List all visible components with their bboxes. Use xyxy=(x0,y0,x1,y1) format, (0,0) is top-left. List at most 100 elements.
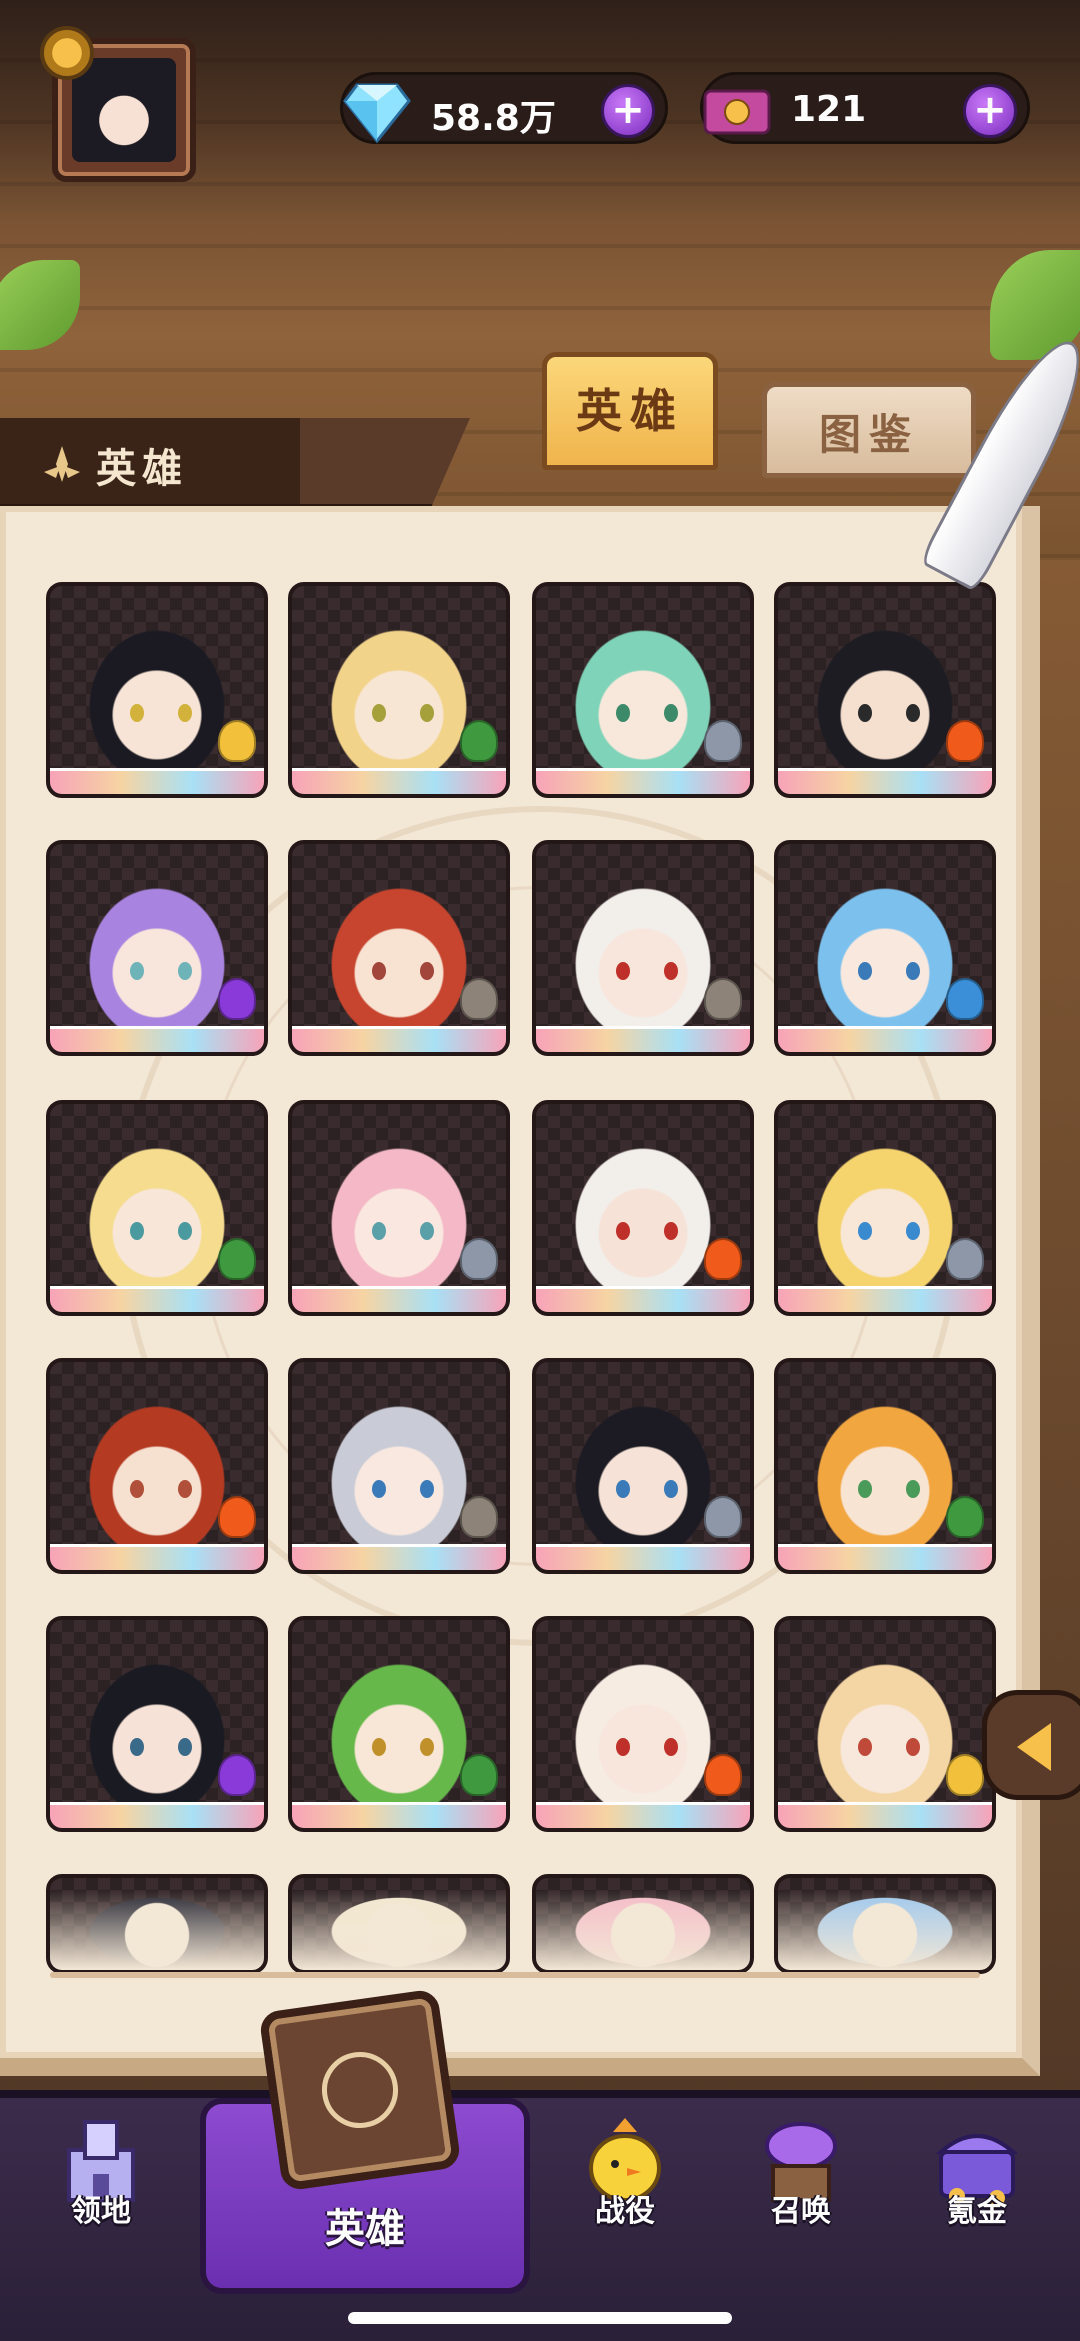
hero-eye xyxy=(616,1738,630,1756)
element-icon xyxy=(218,1238,256,1280)
hero-eye xyxy=(178,704,192,722)
page-divider xyxy=(50,1972,980,1978)
hero-book-icon[interactable] xyxy=(258,1988,462,2192)
summon-ticket-icon xyxy=(703,89,771,135)
hero-card[interactable] xyxy=(288,1874,510,1974)
hero-eye xyxy=(664,1222,678,1240)
hero-card[interactable] xyxy=(532,1358,754,1574)
hero-eye xyxy=(420,704,434,722)
hero-eye xyxy=(664,962,678,980)
nav-summon-label: 召唤 xyxy=(771,2194,831,2229)
hero-eye xyxy=(372,1222,386,1240)
hero-card[interactable] xyxy=(288,582,510,798)
rarity-stripe xyxy=(778,1802,992,1828)
hero-card[interactable] xyxy=(288,1358,510,1574)
nav-heroes-label: 英雄 xyxy=(325,2206,405,2252)
hero-card[interactable] xyxy=(288,1616,510,1832)
hero-card[interactable] xyxy=(774,1874,996,1974)
element-icon xyxy=(946,978,984,1020)
hero-eye xyxy=(130,962,144,980)
rarity-stripe xyxy=(50,1544,264,1570)
diamond-icon xyxy=(343,83,411,144)
scroll-fade xyxy=(50,1890,264,1970)
hero-eye xyxy=(420,1738,434,1756)
rarity-stripe xyxy=(536,1802,750,1828)
hero-card[interactable] xyxy=(46,582,268,798)
scroll-fade xyxy=(292,1890,506,1970)
hero-card[interactable] xyxy=(288,840,510,1056)
element-icon xyxy=(946,1496,984,1538)
hero-card[interactable] xyxy=(532,582,754,798)
hero-card[interactable] xyxy=(46,840,268,1056)
hero-card[interactable] xyxy=(532,1100,754,1316)
hero-card[interactable] xyxy=(774,840,996,1056)
nav-campaign-label: 战役 xyxy=(595,2194,655,2229)
hero-eye xyxy=(130,1222,144,1240)
hero-eye xyxy=(130,704,144,722)
hero-card[interactable] xyxy=(774,1100,996,1316)
player-avatar[interactable] xyxy=(40,26,196,182)
add-ticket-button[interactable]: + xyxy=(963,84,1017,138)
rarity-stripe xyxy=(292,1286,506,1312)
home-indicator[interactable] xyxy=(348,2312,732,2324)
expand-arrow-button[interactable] xyxy=(982,1690,1080,1800)
hero-card[interactable] xyxy=(774,1616,996,1832)
nav-shop-label: 氪金 xyxy=(947,2194,1007,2229)
hero-card[interactable] xyxy=(774,1358,996,1574)
hero-eye xyxy=(372,1480,386,1498)
hero-eye xyxy=(420,962,434,980)
hero-eye xyxy=(130,1738,144,1756)
scroll-fade xyxy=(536,1890,750,1970)
diamond-value: 58.8万 xyxy=(431,98,556,139)
hero-card[interactable] xyxy=(46,1358,268,1574)
hero-card[interactable] xyxy=(532,1616,754,1832)
hero-eye xyxy=(616,1222,630,1240)
tab-heroes[interactable]: 英雄 xyxy=(542,352,718,470)
rarity-stripe xyxy=(292,768,506,794)
element-icon xyxy=(704,978,742,1020)
hero-card[interactable] xyxy=(46,1874,268,1974)
nav-shop[interactable]: 氪金 xyxy=(892,2100,1062,2300)
hero-eye xyxy=(906,1738,920,1756)
nav-summon[interactable]: 召唤 xyxy=(716,2100,886,2300)
element-icon xyxy=(460,978,498,1020)
add-diamond-button[interactable]: + xyxy=(601,84,655,138)
nav-territory[interactable]: 领地 xyxy=(16,2100,186,2300)
hero-eye xyxy=(616,962,630,980)
ticket-value: 121 xyxy=(791,89,867,130)
level-coin-icon xyxy=(40,26,94,80)
element-icon xyxy=(704,1238,742,1280)
hero-eye xyxy=(858,1222,872,1240)
element-icon xyxy=(946,720,984,762)
element-icon xyxy=(460,1238,498,1280)
hero-card[interactable] xyxy=(774,582,996,798)
hero-card[interactable] xyxy=(46,1100,268,1316)
rarity-stripe xyxy=(778,1544,992,1570)
hero-eye xyxy=(858,1738,872,1756)
hero-eye xyxy=(178,1222,192,1240)
hero-eye xyxy=(906,704,920,722)
avatar-portrait xyxy=(72,58,176,162)
hero-eye xyxy=(178,962,192,980)
element-icon xyxy=(704,1754,742,1796)
nav-campaign[interactable]: 战役 xyxy=(540,2100,710,2300)
hero-eye xyxy=(178,1738,192,1756)
hero-card[interactable] xyxy=(532,840,754,1056)
hero-eye xyxy=(858,1480,872,1498)
rarity-stripe xyxy=(536,1544,750,1570)
rarity-stripe xyxy=(50,768,264,794)
hero-card[interactable] xyxy=(46,1616,268,1832)
fleur-icon xyxy=(44,446,80,482)
tab-codex[interactable]: 图鉴 xyxy=(762,382,976,478)
hero-card[interactable] xyxy=(532,1874,754,1974)
hero-eye xyxy=(616,704,630,722)
hero-card[interactable] xyxy=(288,1100,510,1316)
rarity-stripe xyxy=(50,1026,264,1052)
hero-eye xyxy=(858,962,872,980)
rarity-stripe xyxy=(50,1286,264,1312)
section-title: 英雄 xyxy=(96,446,188,492)
rarity-stripe xyxy=(536,1026,750,1052)
hero-eye xyxy=(372,962,386,980)
hero-eye xyxy=(420,1222,434,1240)
rarity-stripe xyxy=(778,768,992,794)
